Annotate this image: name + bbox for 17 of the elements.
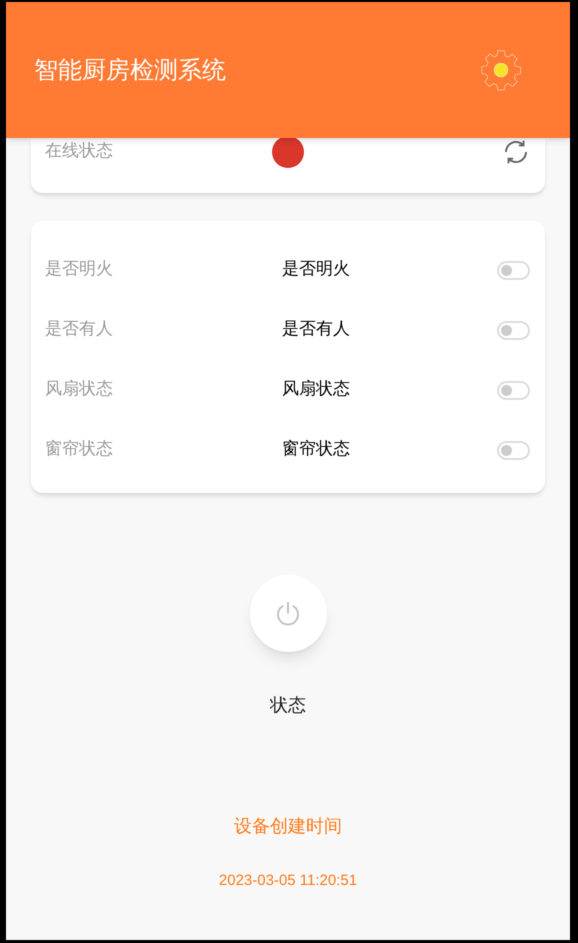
toggle-switch[interactable] — [497, 320, 530, 340]
sensor-label: 是否明火 — [45, 258, 114, 282]
status-label: 状态 — [270, 694, 306, 718]
sensor-label: 风扇状态 — [45, 378, 114, 402]
created-label: 设备创建时间 — [234, 815, 342, 839]
sensor-value: 窗帘状态 — [281, 438, 351, 462]
toggle-switch[interactable] — [497, 260, 530, 280]
sensor-value: 风扇状态 — [281, 378, 351, 402]
sensor-value: 是否有人 — [281, 318, 351, 342]
toggle-switch[interactable] — [497, 380, 530, 400]
sensor-label: 窗帘状态 — [45, 438, 114, 462]
sensor-value: 是否明火 — [281, 258, 351, 282]
sensor-label: 是否有人 — [45, 318, 114, 342]
toggle-switch[interactable] — [497, 440, 530, 460]
app-title: 智能厨房检测系统 — [34, 55, 226, 86]
online-label: 在线状态 — [45, 140, 114, 163]
created-time: 2023-03-05 11:20:51 — [218, 871, 358, 891]
